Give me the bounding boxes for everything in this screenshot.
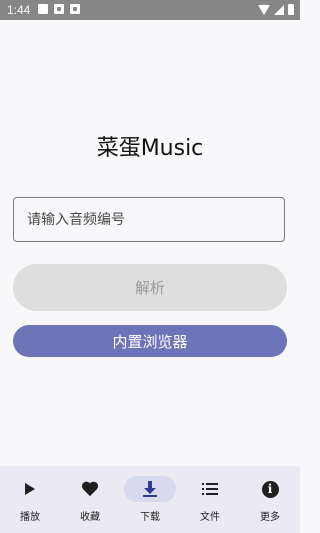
nav-label: 文件 [200,512,220,523]
battery-icon [288,4,294,15]
image-icon [54,4,64,14]
nav-item-play[interactable]: 播放 [0,466,60,533]
wifi-icon [258,4,270,15]
built-in-browser-button[interactable]: 内置浏览器 [13,325,287,357]
nav-item-favorites[interactable]: 收藏 [60,466,120,533]
nav-item-download[interactable]: 下载 [120,466,180,533]
nav-active-indicator [124,476,176,502]
bottom-navigation: 播放 收藏 下载 文件 i 更多 [0,466,300,533]
nav-item-files[interactable]: 文件 [180,466,240,533]
audio-id-field[interactable] [13,197,285,242]
nav-icon-container [4,476,56,502]
nav-label: 收藏 [80,512,100,523]
nav-label: 下载 [140,512,160,523]
status-time: 1:44 [7,3,31,17]
status-bar: 1:44 [0,0,300,20]
gear-icon [38,4,48,14]
system-icons [258,4,294,15]
list-icon [202,483,218,495]
app-notification-icon [70,4,80,14]
nav-icon-container [64,476,116,502]
nav-label: 更多 [260,512,280,523]
nav-item-more[interactable]: i 更多 [240,466,300,533]
info-icon: i [261,480,279,498]
signal-icon [274,4,284,15]
nav-icon-container: i [244,476,296,502]
parse-button[interactable]: 解析 [13,264,287,311]
app-title: 菜蛋Music [96,136,204,161]
heart-icon [82,482,98,496]
nav-label: 播放 [20,512,40,523]
nav-icon-container [184,476,236,502]
audio-id-input[interactable] [14,198,284,241]
notification-icons [38,4,80,14]
download-icon [143,481,157,497]
play-icon [25,483,35,495]
